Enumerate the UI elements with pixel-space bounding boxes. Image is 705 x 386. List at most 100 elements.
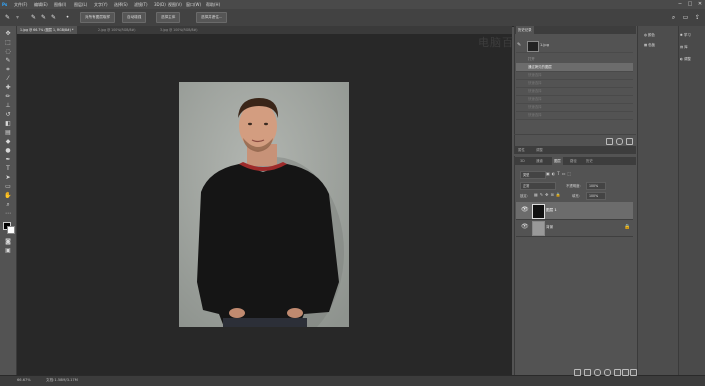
lock-icons[interactable]: ▦✎✥⊞🔒 [534, 192, 563, 197]
blend-mode-select[interactable]: 正常 [520, 182, 556, 190]
tab-layers[interactable]: 图层 [552, 157, 563, 165]
eye-icon[interactable]: 👁 [521, 223, 529, 230]
sample-all-layers-checkbox[interactable]: 对所有图层取样 [80, 12, 116, 23]
close-button[interactable]: ✕ [696, 0, 704, 9]
tab-document-3[interactable]: 3.jpg @ 100%(RGB/8#) [157, 26, 200, 34]
minimize-button[interactable]: ─ [676, 0, 684, 9]
layer-row-layer1[interactable]: 👁 图层 1 [516, 202, 633, 220]
brush-tool-icon[interactable]: ✏ [4, 93, 12, 100]
new-layer-icon[interactable] [622, 369, 629, 376]
quick-selection-tool-icon[interactable]: ✎ [4, 14, 11, 21]
move-tool-icon[interactable]: ✥ [4, 30, 12, 37]
hand-tool-icon[interactable]: ✋ [4, 192, 12, 199]
tab-adjustments[interactable]: 调整 [534, 146, 545, 154]
quick-mask-icon[interactable]: ◙ [4, 238, 12, 245]
tab-history-2[interactable]: 历史 [584, 157, 595, 165]
right-panel-strip [678, 26, 705, 375]
new-snapshot-icon[interactable] [616, 138, 623, 145]
zoom-level[interactable]: 66.67% [17, 378, 31, 382]
select-and-mask-button[interactable]: 选择并遮住... [196, 12, 228, 23]
path-selection-icon[interactable]: ➤ [4, 174, 12, 181]
menu-layer[interactable]: 图层(L) [74, 1, 87, 8]
eyedropper-tool-icon[interactable]: ⁄ [4, 75, 12, 82]
layer-name[interactable]: 图层 1 [546, 208, 557, 213]
tab-document-2[interactable]: 2.jpg @ 100%(RGB/8#) [95, 26, 138, 34]
menu-select[interactable]: 选择(S) [114, 1, 128, 8]
swatches-panel-button[interactable]: ▦ 色板 [644, 41, 674, 49]
menu-help[interactable]: 帮助(H) [206, 1, 220, 8]
adjustment-layer-icon[interactable] [604, 369, 611, 376]
menu-image[interactable]: 图像(I) [54, 1, 66, 8]
layer-filter-select[interactable]: 类型 [520, 171, 546, 179]
layer-thumbnail [532, 221, 545, 236]
color-panel-button[interactable]: ◍ 颜色 [644, 31, 674, 39]
blur-tool-icon[interactable]: ◆ [4, 138, 12, 145]
trash-icon[interactable] [630, 369, 637, 376]
menu-type[interactable]: 文字(Y) [94, 1, 108, 8]
fill-input[interactable]: 100% [586, 192, 606, 200]
libraries-panel-button[interactable]: ▤ 库 [680, 43, 704, 51]
trash-icon[interactable] [626, 138, 633, 145]
share-icon[interactable]: ⇪ [694, 14, 701, 21]
snapshot-thumbnail [527, 41, 539, 52]
eye-icon[interactable]: 👁 [521, 206, 529, 213]
tab-properties[interactable]: 属性 [516, 146, 527, 154]
new-group-icon[interactable] [614, 369, 621, 376]
background-color-swatch[interactable] [7, 226, 15, 234]
search-icon[interactable]: ⌕ [670, 14, 677, 21]
tab-history[interactable]: 历史记录 [516, 26, 534, 34]
menu-file[interactable]: 文件(F) [14, 1, 27, 8]
add-mask-icon[interactable] [594, 369, 601, 376]
opacity-input[interactable]: 100% [586, 182, 606, 190]
menu-3d[interactable]: 3D(D) [154, 1, 166, 8]
history-brush-icon[interactable]: ↺ [4, 111, 12, 118]
adjust-panel-button[interactable]: ◐ 调整 [680, 55, 704, 63]
type-tool-icon[interactable]: T [4, 165, 12, 172]
zoom-tool-icon[interactable]: ⌕ [4, 201, 12, 208]
learn-panel-button[interactable]: ✺ 学习 [680, 31, 704, 39]
shape-tool-icon[interactable]: ▭ [4, 183, 12, 190]
gradient-tool-icon[interactable]: ▤ [4, 129, 12, 136]
tab-document-1[interactable]: 1.jpg @ 66.7% (图层 1, RGB/8#) * [17, 26, 77, 34]
workspace-icon[interactable]: ▭ [682, 14, 689, 21]
layers-footer [514, 368, 637, 376]
add-to-selection-icon[interactable]: ✎ [40, 14, 47, 21]
brush-size-icon[interactable]: • [64, 14, 71, 21]
subtract-selection-icon[interactable]: ✎ [50, 14, 57, 21]
link-layers-icon[interactable] [574, 369, 581, 376]
maximize-button[interactable]: □ [686, 0, 694, 9]
document-image[interactable] [179, 82, 349, 327]
filter-icons[interactable]: ▣◐T▭⬚ [546, 171, 573, 176]
healing-brush-icon[interactable]: ✚ [4, 84, 12, 91]
pen-tool-icon[interactable]: ✒ [4, 156, 12, 163]
history-row[interactable]: 快速选择 [516, 111, 633, 120]
auto-enhance-checkbox[interactable]: 自动增强 [122, 12, 147, 23]
layer-style-icon[interactable] [584, 369, 591, 376]
new-document-icon[interactable] [606, 138, 613, 145]
clone-stamp-icon[interactable]: ⊥ [4, 102, 12, 109]
layer-row-background[interactable]: 👁 背景 🔒 [516, 219, 633, 237]
tab-channels[interactable]: 通道 [534, 157, 545, 165]
tab-paths[interactable]: 路径 [568, 157, 579, 165]
history-snapshot[interactable]: ✎ 1.jpg [516, 40, 633, 53]
layer-name[interactable]: 背景 [546, 225, 553, 230]
photoshop-logo: Ps [2, 2, 8, 7]
lasso-tool-icon[interactable]: ◌ [4, 48, 12, 55]
more-tools-icon[interactable]: ⋯ [4, 210, 12, 217]
menu-edit[interactable]: 编辑(E) [34, 1, 48, 8]
screen-mode-icon[interactable]: ▣ [4, 247, 12, 254]
marquee-tool-icon[interactable]: ⬚ [4, 39, 12, 46]
menu-bar: Ps 文件(F) 编辑(E) 图像(I) 图层(L) 文字(Y) 选择(S) 滤… [0, 0, 705, 9]
eraser-tool-icon[interactable]: ◧ [4, 120, 12, 127]
crop-tool-icon[interactable]: ⌗ [4, 66, 12, 73]
select-subject-button[interactable]: 选择主体 [156, 12, 181, 23]
dodge-tool-icon[interactable]: ● [4, 147, 12, 154]
menu-window[interactable]: 窗口(W) [186, 1, 201, 8]
tab-3d[interactable]: 3D [518, 157, 527, 165]
menu-filter[interactable]: 滤镜(T) [134, 1, 148, 8]
document-info: 文档:1.58M/3.17M [46, 378, 78, 382]
quick-selection-tool-icon[interactable]: ✎ [4, 57, 12, 64]
chevron-down-icon[interactable]: ▾ [14, 14, 21, 21]
menu-view[interactable]: 视图(V) [168, 1, 182, 8]
new-selection-icon[interactable]: ✎ [30, 14, 37, 21]
